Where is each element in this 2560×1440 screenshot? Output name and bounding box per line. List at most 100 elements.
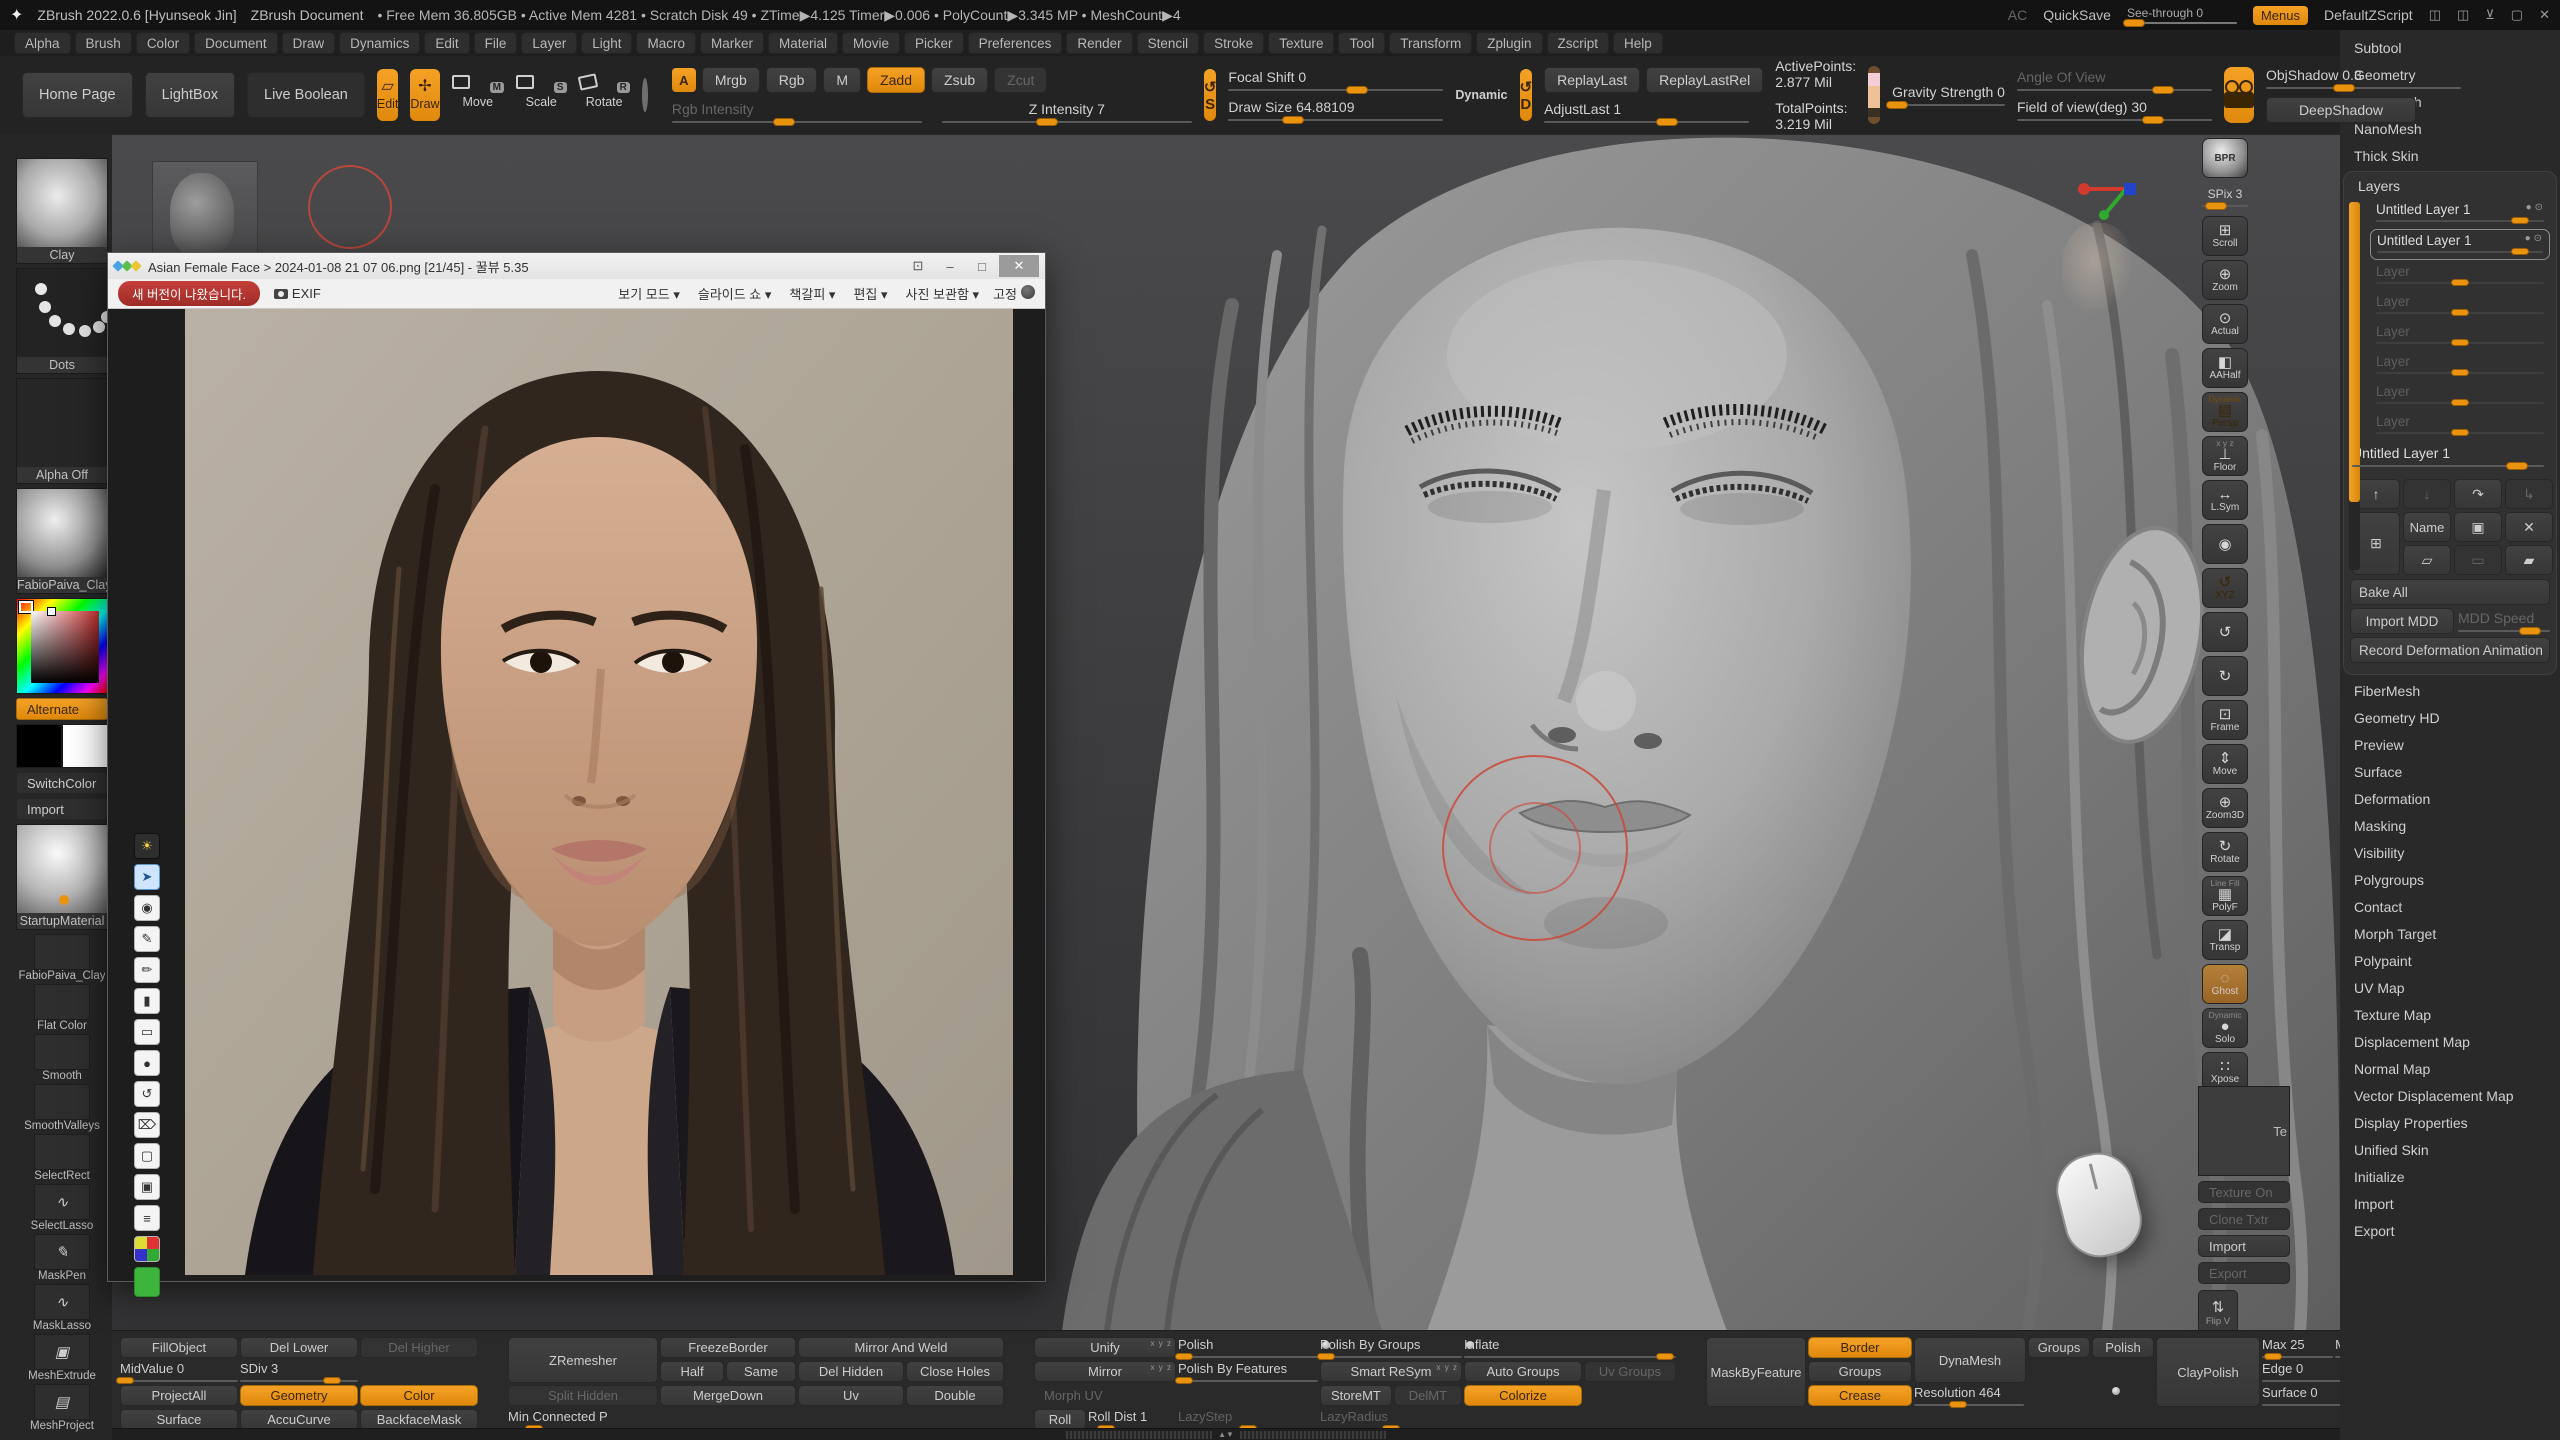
pv-pin-toggle[interactable]: 고정	[993, 284, 1035, 303]
morph-uv-button[interactable]: Morph UV	[1034, 1385, 1176, 1406]
eye-icon[interactable]: ◉	[134, 895, 160, 921]
dynamic-label[interactable]: Dynamic	[1455, 88, 1507, 102]
replay-last-button[interactable]: ReplayLast	[1544, 67, 1640, 93]
aahalf-button[interactable]: ◧ AAHalf	[2202, 348, 2248, 388]
draw-size-slider[interactable]: Draw Size 64.88109	[1228, 99, 1443, 121]
surface-button[interactable]: Surface	[120, 1409, 238, 1430]
eraser-icon[interactable]: ▭	[134, 1019, 160, 1045]
menu-item[interactable]: Brush	[75, 32, 132, 54]
close-button[interactable]: ✕	[2539, 7, 2550, 23]
palette-section[interactable]: Normal Map	[2340, 1055, 2560, 1082]
menu-item[interactable]: Tool	[1338, 32, 1385, 54]
store-mt-button[interactable]: StoreMT	[1320, 1385, 1392, 1406]
half-button[interactable]: Half	[660, 1361, 724, 1382]
scroll-button[interactable]: ⊞ Scroll	[2202, 216, 2248, 256]
alpha-thumbnail[interactable]: Alpha Off	[16, 378, 108, 484]
zoom-button[interactable]: ⊕ Zoom	[2202, 260, 2248, 300]
angle-of-view-slider[interactable]: Angle Of View	[2017, 69, 2212, 91]
polyframe-button[interactable]: Line Fill ▦ PolyF	[2202, 876, 2248, 916]
dynamesh-button[interactable]: DynaMesh	[1914, 1337, 2026, 1383]
dynamesh-polish-button[interactable]: Polish	[2092, 1337, 2154, 1358]
minimize-button[interactable]: ⊻	[2485, 7, 2495, 23]
merge-down-button[interactable]: MergeDown	[660, 1385, 796, 1406]
mirror-button[interactable]: Mirrorx y z	[1034, 1361, 1176, 1382]
image-icon[interactable]: ▣	[134, 1174, 160, 1200]
palette-section[interactable]: Morph Target	[2340, 920, 2560, 947]
resolution-slider[interactable]: Resolution 464	[1914, 1385, 2154, 1406]
rgb-button[interactable]: Rgb	[766, 67, 818, 93]
stroke-preview-icon[interactable]	[642, 78, 648, 112]
polish-by-features-slider[interactable]: Polish By Features	[1178, 1361, 1318, 1382]
palette-section[interactable]: Export	[2340, 1217, 2560, 1244]
zcut-button[interactable]: Zcut	[994, 67, 1047, 93]
menu-item[interactable]: Render	[1066, 32, 1132, 54]
auto-groups-button[interactable]: Auto Groups	[1464, 1361, 1582, 1382]
dynamesh-groups-button[interactable]: Groups	[2028, 1337, 2090, 1358]
tray-item-brush[interactable]: ∿ MaskLasso	[16, 1284, 108, 1332]
gravity-strength-slider[interactable]: Gravity Strength 0	[1892, 84, 2005, 106]
menu-item[interactable]: Edit	[424, 32, 469, 54]
pv-minimize-button[interactable]: –	[935, 255, 965, 277]
deepshadow-button[interactable]: DeepShadow	[2266, 97, 2416, 123]
camera-button[interactable]	[2224, 67, 2254, 123]
tray-item-brush[interactable]: ∿ SelectLasso	[16, 1184, 108, 1232]
transp-button[interactable]: ◪ Transp	[2202, 920, 2248, 960]
palette-section[interactable]: Import	[2340, 1190, 2560, 1217]
pv-fullscreen-button[interactable]: ⊡	[903, 255, 933, 277]
mdd-speed-slider[interactable]: MDD Speed	[2458, 608, 2550, 634]
menu-item[interactable]: Dynamics	[339, 32, 420, 54]
pv-menu-item[interactable]: 책갈피 ▾	[789, 284, 835, 303]
menus-button[interactable]: Menus	[2253, 6, 2308, 25]
default-zscript-button[interactable]: DefaultZScript	[2324, 7, 2413, 23]
main-color-swatch[interactable]	[16, 724, 62, 768]
dock-right-icon[interactable]: ◫	[2457, 7, 2469, 23]
persp-button[interactable]: Dynamic ▤ Persp	[2202, 392, 2248, 432]
edit-button[interactable]: ▱ Edit	[377, 69, 399, 121]
zadd-button[interactable]: Zadd	[867, 67, 925, 93]
tray-item-brush[interactable]: ✎ MaskPen	[16, 1234, 108, 1282]
palette-section[interactable]: Displacement Map	[2340, 1028, 2560, 1055]
merge-folder-button[interactable]: ▱	[2403, 545, 2451, 575]
actual-button[interactable]: ⊙ Actual	[2202, 304, 2248, 344]
geometry-button[interactable]: Geometry	[240, 1385, 358, 1406]
exif-button[interactable]: EXIF	[274, 286, 321, 301]
uv-groups-button[interactable]: Uv Groups	[1584, 1361, 1676, 1382]
layers-scrollbar[interactable]	[2349, 202, 2360, 570]
palette-section[interactable]: Initialize	[2340, 1163, 2560, 1190]
double-button[interactable]: Double	[906, 1385, 1004, 1406]
palette-section[interactable]: Subtool	[2340, 34, 2560, 61]
zsub-button[interactable]: Zsub	[931, 67, 988, 93]
pin-toggle-icon[interactable]	[1021, 285, 1035, 299]
home-page-button[interactable]: Home Page	[22, 72, 133, 118]
mid-value-slider[interactable]: MidValue 0	[120, 1361, 238, 1382]
live-boolean-button[interactable]: Live Boolean	[247, 72, 365, 118]
marker-icon[interactable]: ▮	[134, 988, 160, 1014]
spin-y-button[interactable]: ↺	[2202, 612, 2248, 652]
draw-button[interactable]: ✢ Draw	[410, 69, 439, 121]
del-higher-button[interactable]: Del Higher	[360, 1337, 478, 1358]
mirror-and-weld-button[interactable]: Mirror And Weld	[798, 1337, 1004, 1358]
alternate-button[interactable]: Alternate	[16, 698, 108, 720]
pencil-icon[interactable]: ✏	[134, 957, 160, 983]
xyz-rotate-button[interactable]: ↺ XYZ	[2202, 568, 2248, 608]
spix-slider[interactable]: SPix 3	[2202, 182, 2248, 212]
layer-row[interactable]: Untitled Layer 1 ●⊙	[2370, 229, 2550, 260]
scrollbar-handle[interactable]: ▲▼	[1066, 1430, 1386, 1440]
fill-object-button[interactable]: FillObject	[120, 1337, 238, 1358]
smart-resym-button[interactable]: Smart ReSymx y z	[1320, 1361, 1462, 1382]
color-button[interactable]: Color	[360, 1385, 478, 1406]
menu-item[interactable]: Alpha	[14, 32, 71, 54]
layer-redo-button[interactable]: ↷	[2454, 479, 2502, 509]
layer-down-button[interactable]: ↓	[2403, 479, 2451, 509]
axis-gizmo[interactable]	[2074, 169, 2146, 221]
unify-button[interactable]: Unifyx y z	[1034, 1337, 1176, 1358]
tray-item-texture[interactable]: FabioPaiva_Clay	[16, 934, 108, 982]
uv-button[interactable]: Uv	[798, 1385, 904, 1406]
adjust-last-slider[interactable]: AdjustLast 1	[1544, 101, 1749, 123]
photo-viewer-window[interactable]: Asian Female Face > 2024-01-08 21 07 06.…	[107, 252, 1046, 1282]
list-icon[interactable]: ≡	[134, 1205, 160, 1231]
rotate3d-button[interactable]: ↻ Rotate	[2202, 832, 2248, 872]
menu-item[interactable]: Stencil	[1137, 32, 1200, 54]
scale-button[interactable]: S Scale	[516, 82, 567, 109]
sdiv-slider[interactable]: SDiv 3	[240, 1361, 358, 1382]
